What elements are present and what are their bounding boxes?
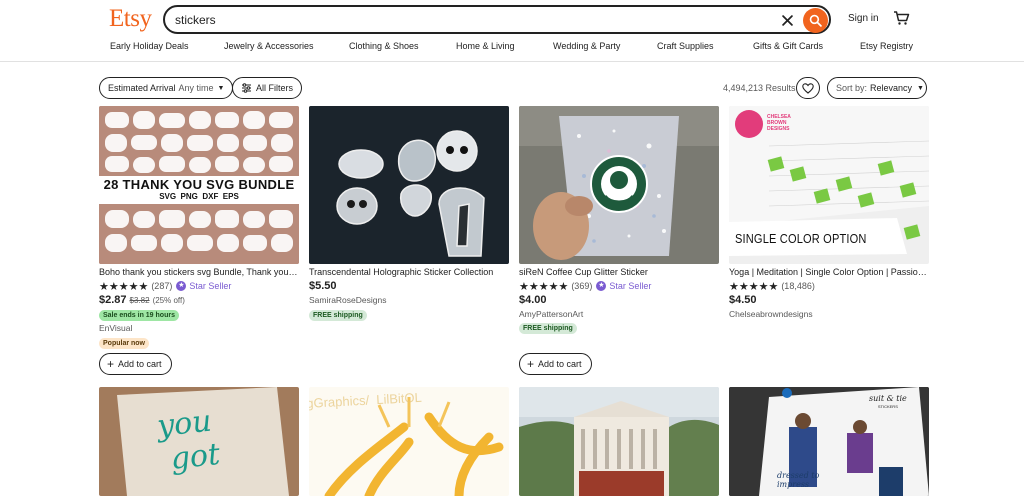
listing-card[interactable]: siReN Coffee Cup Glitter Sticker ★★★★★ (… xyxy=(519,106,719,376)
listing-rating: ★★★★★ (18,486) xyxy=(729,280,815,293)
price: $4.00 xyxy=(519,294,547,306)
popular-now-badge: Popular now xyxy=(99,338,149,349)
add-to-cart-label: Add to cart xyxy=(538,359,582,369)
search-icon xyxy=(809,14,822,27)
original-price: $3.82 xyxy=(129,296,150,305)
nav-etsy-registry[interactable]: Etsy Registry xyxy=(860,41,913,51)
rating-stars: ★★★★★ xyxy=(99,280,149,293)
listing-image[interactable]: suit & tie STICKERS dressed to impress xyxy=(729,387,929,496)
star-seller-icon: ★ xyxy=(596,281,607,291)
plus-icon: + xyxy=(527,357,535,371)
rating-stars: ★★★★★ xyxy=(729,280,779,293)
price: $5.50 xyxy=(309,280,337,292)
listing-card[interactable]: CHELSEA BROWN DESIGNS SINGLE COLOR OPTIO… xyxy=(729,106,929,326)
arrival-label: Estimated Arrival xyxy=(108,83,176,93)
search-button[interactable] xyxy=(803,8,828,33)
shop-name[interactable]: AmyPattersonArt xyxy=(519,309,583,319)
review-count: (18,486) xyxy=(781,281,815,291)
free-shipping-badge: FREE shipping xyxy=(309,310,367,321)
caret-down-icon: ▼ xyxy=(217,84,225,92)
all-filters-label: All Filters xyxy=(256,83,294,93)
nav-craft-supplies[interactable]: Craft Supplies xyxy=(657,41,714,51)
listing-card[interactable]: Transcendental Holographic Sticker Colle… xyxy=(309,106,509,326)
listing-card[interactable]: 28 THANK YOU SVG BUNDLE SVG PNG DXF EPS … xyxy=(99,106,299,376)
caret-down-icon: ▼ xyxy=(917,84,924,92)
listing-card[interactable] xyxy=(519,387,719,496)
listing-image[interactable]: 28 THANK YOU SVG BUNDLE SVG PNG DXF EPS xyxy=(99,106,299,264)
shop-name[interactable]: Chelseabrowndesigns xyxy=(729,309,813,319)
listing-title[interactable]: Boho thank you stickers svg Bundle, Than… xyxy=(99,267,299,277)
review-count: (369) xyxy=(571,281,593,291)
image-script-text: dressed to impress xyxy=(777,471,820,489)
star-seller-badge: ★ Star Seller xyxy=(176,281,232,291)
listing-image[interactable]: you got xyxy=(99,387,299,496)
listing-title[interactable]: siReN Coffee Cup Glitter Sticker xyxy=(519,267,719,277)
nav-early-holiday-deals[interactable]: Early Holiday Deals xyxy=(110,41,189,51)
rating-stars: ★★★★★ xyxy=(519,280,569,293)
listing-title[interactable]: Transcendental Holographic Sticker Colle… xyxy=(309,267,509,277)
nav-gifts-gift-cards[interactable]: Gifts & Gift Cards xyxy=(753,41,823,51)
search-bar xyxy=(163,5,831,34)
listing-image[interactable] xyxy=(309,106,509,264)
plus-icon: + xyxy=(107,357,115,371)
add-to-cart-button[interactable]: + Add to cart xyxy=(99,353,172,375)
listing-price: $4.00 xyxy=(519,294,547,308)
clear-search-icon[interactable] xyxy=(777,10,797,30)
nav-clothing-shoes[interactable]: Clothing & Shoes xyxy=(349,41,419,51)
nav-wedding-party[interactable]: Wedding & Party xyxy=(553,41,620,51)
image-title: suit & tie STICKERS xyxy=(869,394,907,410)
sort-dropdown[interactable]: Sort by: Relevancy ▼ xyxy=(827,77,927,99)
image-brand-text: CHELSEA BROWN DESIGNS xyxy=(767,114,791,132)
image-formats-text: SVG PNG DXF EPS xyxy=(159,192,239,201)
review-count: (287) xyxy=(151,281,173,291)
listing-image[interactable] xyxy=(519,387,719,496)
add-to-cart-button[interactable]: + Add to cart xyxy=(519,353,592,375)
nav-jewelry-accessories[interactable]: Jewelry & Accessories xyxy=(224,41,314,51)
listing-rating: ★★★★★ (369) ★ Star Seller xyxy=(519,280,652,293)
listing-card[interactable]: you got xyxy=(99,387,299,496)
listing-card[interactable]: ogGraphics/ LilBitOL xyxy=(309,387,509,496)
image-banner-text: 28 THANK YOU SVG BUNDLE xyxy=(103,177,295,192)
star-seller-icon: ★ xyxy=(176,281,187,291)
sale-ends-badge: Sale ends in 19 hours xyxy=(99,310,179,321)
search-input[interactable] xyxy=(175,11,755,29)
sale-price: $2.87 xyxy=(99,294,127,306)
listing-image[interactable]: CHELSEA BROWN DESIGNS SINGLE COLOR OPTIO… xyxy=(729,106,929,264)
cart-icon[interactable] xyxy=(893,10,911,28)
free-shipping-badge: FREE shipping xyxy=(519,323,577,334)
listing-card[interactable]: suit & tie STICKERS dressed to impress xyxy=(729,387,929,496)
etsy-logo[interactable]: Etsy xyxy=(109,5,152,33)
sort-value: Relevancy xyxy=(870,83,913,93)
results-count: 4,494,213 Results xyxy=(723,83,796,93)
heart-icon xyxy=(802,82,814,94)
star-seller-badge: ★ Star Seller xyxy=(596,281,652,291)
listing-price: $5.50 xyxy=(309,280,337,294)
shop-name[interactable]: EnVisual xyxy=(99,323,132,333)
sign-in-link[interactable]: Sign in xyxy=(848,13,879,24)
estimated-arrival-dropdown[interactable]: Estimated Arrival Any time ▼ xyxy=(99,77,234,99)
all-filters-button[interactable]: All Filters xyxy=(232,77,303,99)
discount-percent: (25% off) xyxy=(152,296,185,305)
listing-image[interactable]: ogGraphics/ LilBitOL xyxy=(309,387,509,496)
price: $4.50 xyxy=(729,294,757,306)
listing-title[interactable]: Yoga | Meditation | Single Color Option … xyxy=(729,267,929,277)
sliders-icon xyxy=(242,83,251,93)
category-nav: Early Holiday Deals Jewelry & Accessorie… xyxy=(0,41,1024,55)
shop-name[interactable]: SamiraRoseDesigns xyxy=(309,295,386,305)
site-header: Etsy Sign in Early Holiday Deals Jewelry… xyxy=(0,0,1024,62)
favorite-search-button[interactable] xyxy=(796,77,820,99)
listing-image[interactable] xyxy=(519,106,719,264)
sort-label: Sort by: xyxy=(836,83,868,93)
listing-price: $4.50 xyxy=(729,294,757,308)
image-caption: SINGLE COLOR OPTION xyxy=(735,231,867,246)
nav-home-living[interactable]: Home & Living xyxy=(456,41,515,51)
listing-price: $2.87 $3.82 (25% off) xyxy=(99,294,185,308)
arrival-value: Any time xyxy=(178,83,214,93)
add-to-cart-label: Add to cart xyxy=(118,359,162,369)
listing-rating: ★★★★★ (287) ★ Star Seller xyxy=(99,280,232,293)
image-script-text: you got xyxy=(155,403,222,477)
